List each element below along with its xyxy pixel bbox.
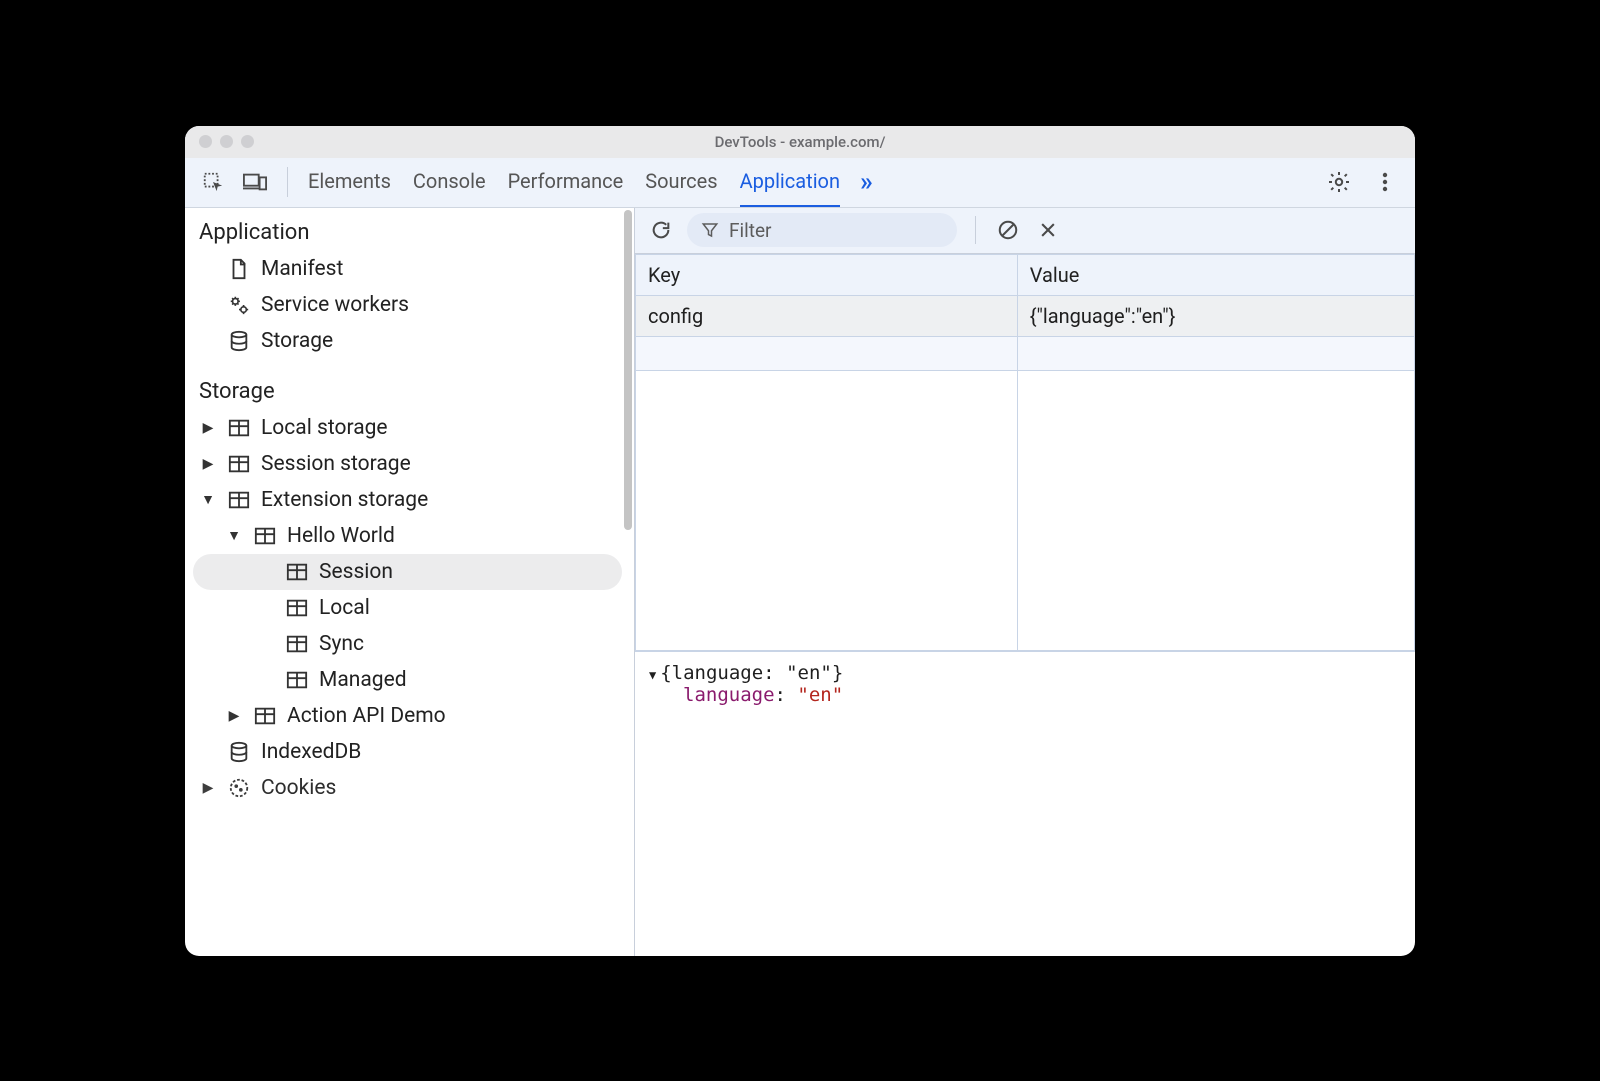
object-property-line[interactable]: language: "en" xyxy=(649,684,1401,706)
minimize-window-dot[interactable] xyxy=(220,135,233,148)
cell-value[interactable]: {"language":"en"} xyxy=(1017,295,1414,336)
sidebar-item-managed[interactable]: Managed xyxy=(185,662,634,698)
section-application: Application xyxy=(185,208,634,251)
table-icon xyxy=(227,452,251,476)
document-icon xyxy=(227,257,251,281)
window-title: DevTools - example.com/ xyxy=(185,133,1415,151)
sidebar-item-local-storage[interactable]: ▶ Local storage xyxy=(185,410,634,446)
caret-right-icon: ▶ xyxy=(225,708,243,724)
panel-tabs: Elements Console Performance Sources App… xyxy=(308,158,840,207)
column-key[interactable]: Key xyxy=(636,254,1018,295)
sidebar-item-label: Hello World xyxy=(287,524,395,548)
caret-down-icon: ▼ xyxy=(225,527,243,544)
sidebar-item-label: Local storage xyxy=(261,416,388,440)
object-property-value: "en" xyxy=(797,684,843,706)
inspect-element-icon[interactable] xyxy=(199,168,227,196)
caret-down-icon: ▼ xyxy=(199,491,217,508)
table-icon xyxy=(285,560,309,584)
clear-all-icon[interactable] xyxy=(994,216,1022,244)
sidebar-item-manifest[interactable]: Manifest xyxy=(185,251,634,287)
filter-input[interactable]: Filter xyxy=(687,213,957,247)
object-inspector[interactable]: ▼{language: "en"} language: "en" xyxy=(635,652,1415,956)
sidebar-scrollbar[interactable] xyxy=(622,208,634,956)
filter-icon xyxy=(701,221,719,239)
table-row[interactable]: config {"language":"en"} xyxy=(636,295,1415,336)
sidebar-item-label: IndexedDB xyxy=(261,740,361,764)
database-icon xyxy=(227,740,251,764)
storage-panel: Filter xyxy=(635,208,1415,956)
sidebar-item-indexeddb[interactable]: IndexedDB xyxy=(185,734,634,770)
table-row-empty[interactable] xyxy=(636,336,1415,370)
object-property-key: language xyxy=(683,684,775,706)
sidebar-item-storage[interactable]: Storage xyxy=(185,323,634,359)
devtools-window: DevTools - example.com/ Elements Consol xyxy=(185,126,1415,956)
sidebar-item-cookies[interactable]: ▶ Cookies xyxy=(185,770,634,806)
sidebar-item-label: Sync xyxy=(319,632,364,656)
table-spacer xyxy=(636,371,1415,651)
sidebar-item-service-workers[interactable]: Service workers xyxy=(185,287,634,323)
column-value[interactable]: Value xyxy=(1017,254,1414,295)
tab-application[interactable]: Application xyxy=(740,158,840,207)
main-area: Application Manifest Service workers xyxy=(185,208,1415,956)
sidebar-item-hello-world[interactable]: ▼ Hello World xyxy=(185,518,634,554)
object-summary-line[interactable]: ▼{language: "en"} xyxy=(649,662,1401,684)
zoom-window-dot[interactable] xyxy=(241,135,254,148)
tab-console[interactable]: Console xyxy=(413,158,486,207)
sidebar-item-label: Manifest xyxy=(261,257,343,281)
device-toolbar-icon[interactable] xyxy=(241,168,269,196)
kebab-menu-icon[interactable] xyxy=(1371,168,1399,196)
table-icon xyxy=(285,596,309,620)
object-summary: {language: "en"} xyxy=(660,662,843,684)
caret-right-icon: ▶ xyxy=(199,420,217,436)
sidebar-scroll-thumb[interactable] xyxy=(624,210,632,530)
tab-sources[interactable]: Sources xyxy=(645,158,717,207)
sidebar-item-label: Extension storage xyxy=(261,488,428,512)
storage-table: Key Value config {"language":"en"} xyxy=(635,254,1415,653)
sidebar-item-session-storage[interactable]: ▶ Session storage xyxy=(185,446,634,482)
sidebar-item-label: Service workers xyxy=(261,293,409,317)
filter-placeholder: Filter xyxy=(729,219,771,242)
sidebar-item-local[interactable]: Local xyxy=(185,590,634,626)
sidebar-item-label: Local xyxy=(319,596,370,620)
sidebar-item-sync[interactable]: Sync xyxy=(185,626,634,662)
sidebar-item-label: Session storage xyxy=(261,452,411,476)
tab-performance[interactable]: Performance xyxy=(508,158,624,207)
application-sidebar: Application Manifest Service workers xyxy=(185,208,635,956)
delete-icon[interactable] xyxy=(1034,216,1062,244)
storage-toolbar: Filter xyxy=(635,208,1415,254)
devtools-toolbar: Elements Console Performance Sources App… xyxy=(185,158,1415,208)
sidebar-item-label: Action API Demo xyxy=(287,704,446,728)
table-icon xyxy=(227,416,251,440)
sidebar-item-label: Cookies xyxy=(261,776,336,800)
gears-icon xyxy=(227,293,251,317)
table-icon xyxy=(253,524,277,548)
settings-icon[interactable] xyxy=(1325,168,1353,196)
separator xyxy=(975,216,976,244)
tab-elements[interactable]: Elements xyxy=(308,158,391,207)
caret-down-icon: ▼ xyxy=(649,668,660,682)
refresh-icon[interactable] xyxy=(647,216,675,244)
table-icon xyxy=(253,704,277,728)
sidebar-item-extension-storage[interactable]: ▼ Extension storage xyxy=(185,482,634,518)
sidebar-item-label: Storage xyxy=(261,329,333,353)
sidebar-item-action-api-demo[interactable]: ▶ Action API Demo xyxy=(185,698,634,734)
sidebar-item-session[interactable]: Session xyxy=(193,554,622,590)
section-storage: Storage xyxy=(185,359,634,410)
window-controls[interactable] xyxy=(199,135,254,148)
table-icon xyxy=(285,632,309,656)
table-icon xyxy=(227,488,251,512)
sidebar-item-label: Session xyxy=(319,560,393,584)
table-icon xyxy=(285,668,309,692)
close-window-dot[interactable] xyxy=(199,135,212,148)
more-tabs-button[interactable]: » xyxy=(860,167,873,197)
caret-right-icon: ▶ xyxy=(199,456,217,472)
caret-right-icon: ▶ xyxy=(199,780,217,796)
cookie-icon xyxy=(227,776,251,800)
cell-key[interactable]: config xyxy=(636,295,1018,336)
database-icon xyxy=(227,329,251,353)
sidebar-item-label: Managed xyxy=(319,668,407,692)
separator xyxy=(287,167,288,197)
titlebar: DevTools - example.com/ xyxy=(185,126,1415,158)
